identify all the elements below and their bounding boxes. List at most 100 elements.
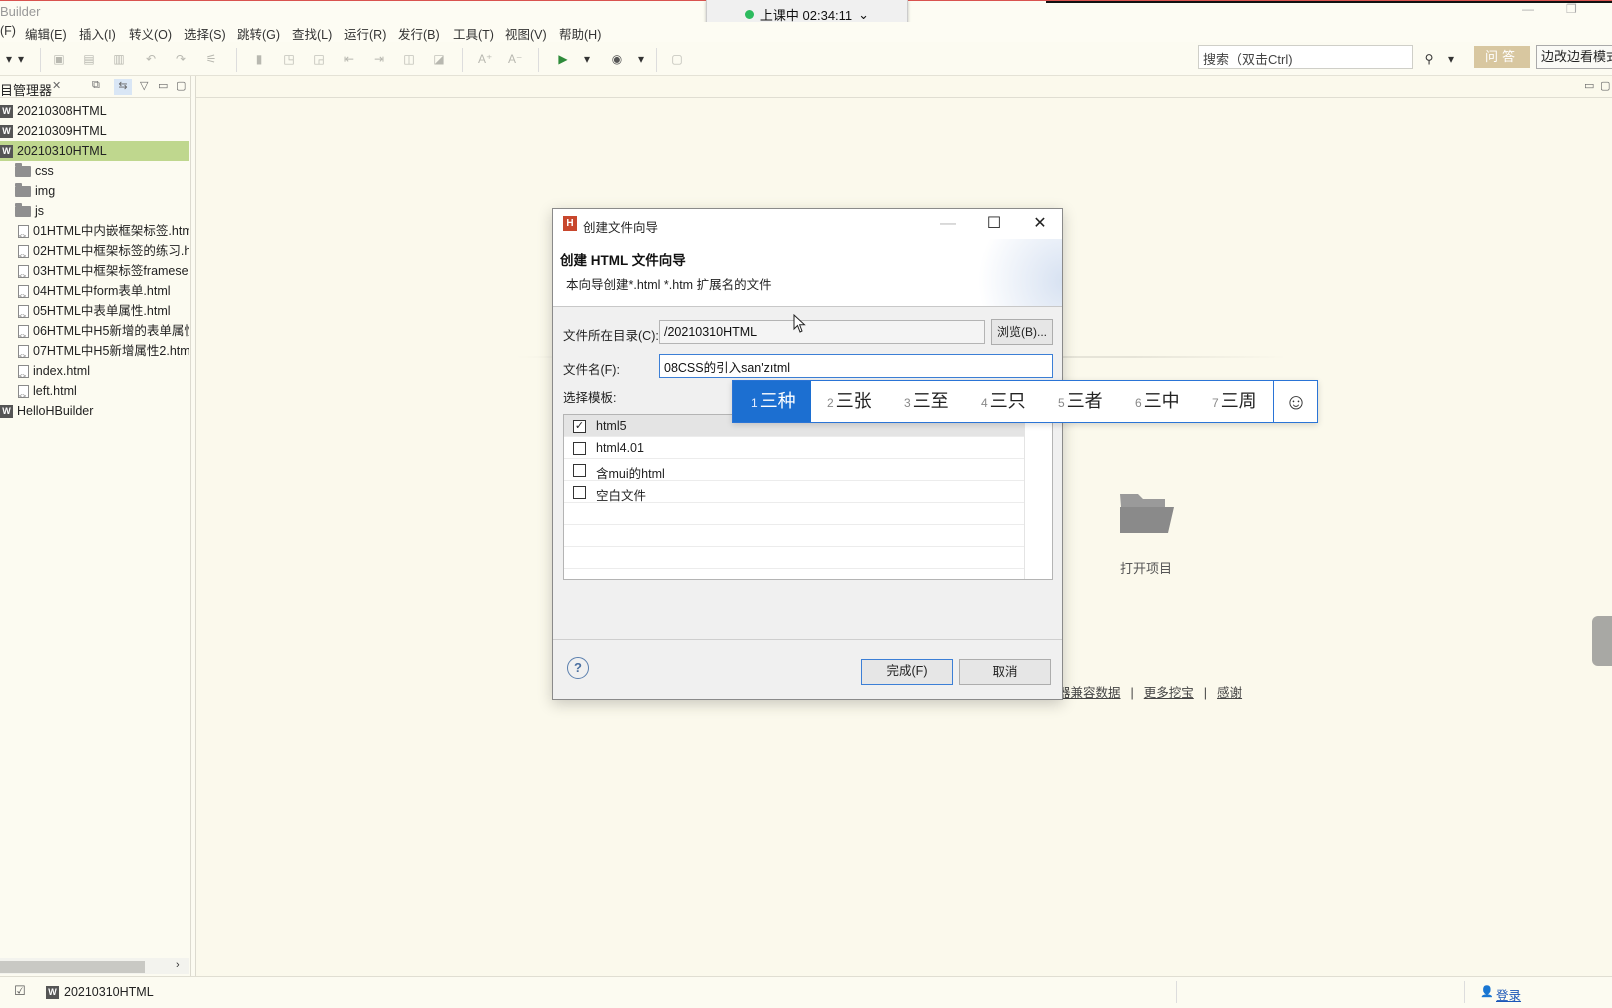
tree-item-folder[interactable]: img bbox=[0, 181, 189, 201]
tree-item-file[interactable]: 02HTML中框架标签的练习.h bbox=[0, 241, 189, 261]
ime-candidate[interactable]: 4 三只 bbox=[981, 381, 1026, 422]
checkbox[interactable] bbox=[573, 464, 586, 477]
menu-run[interactable]: 运行(R) bbox=[344, 24, 386, 43]
status-separator bbox=[1176, 981, 1177, 1003]
new-menu-arrow-icon[interactable]: ▾ bbox=[14, 52, 28, 66]
maximize-icon[interactable]: ▢ bbox=[176, 79, 186, 92]
browser-dropdown-icon[interactable]: ▾ bbox=[634, 52, 648, 66]
run-dropdown-icon[interactable]: ▾ bbox=[580, 52, 594, 66]
maximize-icon[interactable]: ☐ bbox=[980, 213, 1008, 235]
run-icon[interactable]: ▶ bbox=[556, 52, 570, 66]
close-icon[interactable]: ✕ bbox=[1026, 213, 1054, 235]
minimize-icon[interactable]: — bbox=[934, 213, 962, 235]
ime-candidate[interactable]: 7 三周 bbox=[1212, 381, 1257, 422]
tree-item-file[interactable]: 06HTML中H5新增的表单属性 bbox=[0, 321, 189, 341]
chevron-down-icon[interactable]: ⌄ bbox=[858, 7, 869, 23]
indent-left-icon[interactable]: ⇤ bbox=[342, 52, 356, 66]
live-edit-button[interactable]: 边改边看模式 bbox=[1536, 45, 1612, 69]
close-icon[interactable]: ✕ bbox=[52, 79, 61, 92]
undo-icon[interactable]: ↶ bbox=[144, 52, 158, 66]
print-icon[interactable]: ▥ bbox=[112, 52, 126, 66]
link-editor-icon[interactable]: ⇆ bbox=[114, 79, 132, 95]
menu-help[interactable]: 帮助(H) bbox=[559, 24, 601, 43]
format-icon[interactable]: ⚟ bbox=[204, 52, 218, 66]
bookmark-next-icon[interactable]: ◲ bbox=[312, 52, 326, 66]
template-row[interactable]: 含mui的html bbox=[564, 459, 1024, 481]
checkbox[interactable] bbox=[573, 486, 586, 499]
tree-item-project[interactable]: W 20210309HTML bbox=[0, 121, 189, 141]
directory-field[interactable] bbox=[659, 320, 985, 344]
finish-button[interactable]: 完成(F) bbox=[861, 659, 953, 685]
font-decrease-icon[interactable]: A⁻ bbox=[508, 52, 522, 66]
ime-candidate[interactable]: 6 三中 bbox=[1135, 381, 1180, 422]
template-row[interactable]: html4.01 bbox=[564, 437, 1024, 459]
view-menu-icon[interactable]: ▽ bbox=[140, 79, 148, 92]
emoji-icon[interactable]: ☺ bbox=[1274, 381, 1318, 422]
scrollbar-thumb[interactable] bbox=[0, 961, 145, 973]
search-icon[interactable]: ⚲ bbox=[1422, 52, 1436, 66]
search-dropdown-icon[interactable]: ▾ bbox=[1444, 52, 1458, 66]
uncomment-icon[interactable]: ◪ bbox=[432, 52, 446, 66]
menu-select[interactable]: 选择(S) bbox=[184, 24, 226, 43]
ime-candidate[interactable]: 2 三张 bbox=[827, 381, 872, 422]
menu-insert[interactable]: 插入(I) bbox=[79, 24, 116, 43]
thanks-link[interactable]: 感谢 bbox=[1217, 686, 1242, 700]
preview-icon[interactable]: ▢ bbox=[670, 52, 684, 66]
menu-tools[interactable]: 工具(T) bbox=[453, 24, 494, 43]
menu-publish[interactable]: 发行(B) bbox=[398, 24, 440, 43]
tree-item-file[interactable]: 03HTML中框架标签framese bbox=[0, 261, 189, 281]
minimize-icon[interactable]: ▭ bbox=[1584, 79, 1594, 92]
menu-file[interactable]: (F) bbox=[0, 24, 16, 38]
side-drawer-tab[interactable] bbox=[1592, 616, 1612, 666]
tree-item-folder[interactable]: js bbox=[0, 201, 189, 221]
open-folder-icon[interactable] bbox=[1118, 488, 1176, 534]
collapse-all-icon[interactable]: ⧉ bbox=[92, 79, 100, 92]
menu-goto[interactable]: 跳转(G) bbox=[237, 24, 280, 43]
ime-candidate[interactable]: 5 三者 bbox=[1058, 381, 1103, 422]
menu-escape[interactable]: 转义(O) bbox=[129, 24, 172, 43]
ime-candidate[interactable]: 1 三种 bbox=[733, 381, 811, 422]
save-icon[interactable]: ▣ bbox=[52, 52, 66, 66]
tree-item-file[interactable]: 07HTML中H5新增属性2.htm bbox=[0, 341, 189, 361]
checkbox-checked[interactable]: ✓ bbox=[573, 420, 586, 433]
more-treasure-link[interactable]: 更多挖宝 bbox=[1144, 686, 1194, 700]
tree-item-file[interactable]: index.html bbox=[0, 361, 189, 381]
search-input[interactable]: 搜索（双击Ctrl) bbox=[1198, 45, 1413, 69]
tree-item-project[interactable]: W HelloHBuilder bbox=[0, 401, 189, 421]
login-link[interactable]: 登录 bbox=[1496, 985, 1521, 1004]
tree-item-file[interactable]: left.html bbox=[0, 381, 189, 401]
comment-icon[interactable]: ◫ bbox=[402, 52, 416, 66]
compat-data-link[interactable]: 器兼容数据 bbox=[1058, 686, 1121, 700]
tree-item-project-selected[interactable]: W 20210310HTML bbox=[0, 141, 189, 161]
tree-item-file[interactable]: 01HTML中内嵌框架标签.htm bbox=[0, 221, 189, 241]
qa-button[interactable]: 问答 bbox=[1474, 46, 1530, 68]
bookmark-add-icon[interactable]: ◳ bbox=[282, 52, 296, 66]
menu-edit[interactable]: 编辑(E) bbox=[25, 24, 67, 43]
scroll-right-icon[interactable]: › bbox=[176, 959, 180, 971]
menu-view[interactable]: 视图(V) bbox=[505, 24, 547, 43]
bookmark-icon[interactable]: ▮ bbox=[252, 52, 266, 66]
ime-candidate[interactable]: 3 三至 bbox=[904, 381, 949, 422]
minimize-window-icon[interactable]: — bbox=[1522, 2, 1534, 16]
browser-icon[interactable]: ◉ bbox=[610, 52, 624, 66]
filename-field[interactable] bbox=[659, 354, 1053, 378]
menu-find[interactable]: 查找(L) bbox=[292, 24, 332, 43]
help-icon[interactable]: ? bbox=[567, 657, 589, 679]
redo-icon[interactable]: ↷ bbox=[174, 52, 188, 66]
restore-window-icon[interactable]: ❐ bbox=[1566, 2, 1577, 16]
cancel-button[interactable]: 取消 bbox=[959, 659, 1051, 685]
tree-item-file[interactable]: 05HTML中表单属性.html bbox=[0, 301, 189, 321]
indent-right-icon[interactable]: ⇥ bbox=[372, 52, 386, 66]
task-icon[interactable]: ☑ bbox=[14, 983, 26, 999]
save-all-icon[interactable]: ▤ bbox=[82, 52, 96, 66]
tree-item-project[interactable]: W 20210308HTML bbox=[0, 101, 189, 121]
maximize-icon[interactable]: ▢ bbox=[1600, 79, 1610, 92]
open-project-label[interactable]: 打开项目 bbox=[1120, 558, 1172, 577]
template-row[interactable]: 空白文件 bbox=[564, 481, 1024, 503]
tree-item-file[interactable]: 04HTML中form表单.html bbox=[0, 281, 189, 301]
font-increase-icon[interactable]: A⁺ bbox=[478, 52, 492, 66]
minimize-icon[interactable]: ▭ bbox=[158, 79, 168, 92]
tree-item-folder[interactable]: css bbox=[0, 161, 189, 181]
browse-button[interactable]: 浏览(B)... bbox=[991, 319, 1053, 345]
checkbox[interactable] bbox=[573, 442, 586, 455]
